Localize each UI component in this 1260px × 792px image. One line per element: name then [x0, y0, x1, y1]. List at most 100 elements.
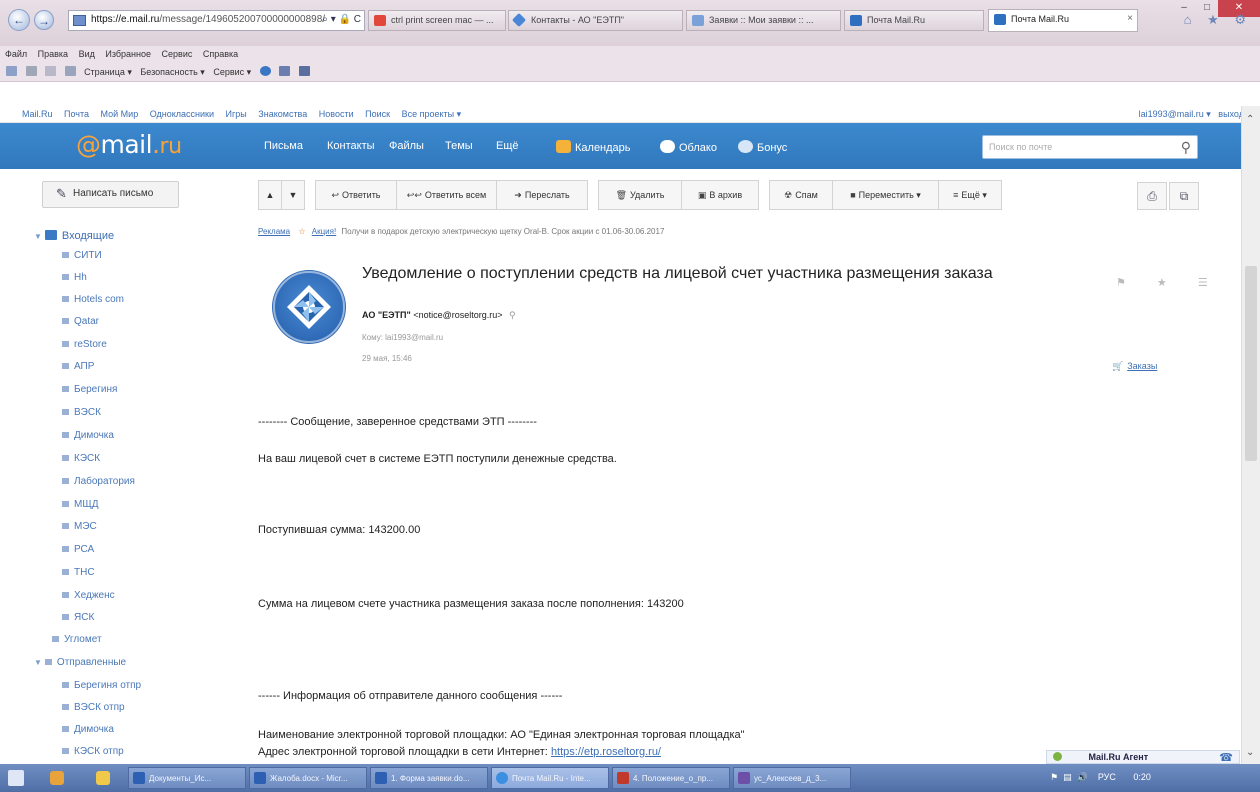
folder-item[interactable]: Димочка — [34, 724, 114, 735]
tab-contacts[interactable]: Контакты - АО "ЕЭТП" — [508, 10, 683, 31]
tray-network-icon[interactable]: ▤ — [1063, 772, 1072, 782]
menu-view[interactable]: Вид — [79, 49, 95, 59]
portal-link-all-projects[interactable]: Все проекты ▾ — [402, 109, 462, 119]
user-email-menu[interactable]: lai1993@mail.ru ▾ — [1139, 109, 1211, 119]
tab-search[interactable]: ctrl print screen mac — ... — [368, 10, 506, 31]
folder-item[interactable]: МЭС — [34, 521, 97, 532]
next-message-button[interactable]: ▼ — [281, 180, 305, 210]
page-menu[interactable]: Страница ▾ — [84, 67, 132, 77]
tray-volume-icon[interactable]: 🔊 — [1077, 772, 1088, 782]
scroll-up-icon[interactable]: ⌃ — [1246, 114, 1254, 125]
folder-item[interactable]: reStore — [34, 339, 107, 350]
nav-files[interactable]: Файлы — [389, 140, 424, 152]
prev-message-button[interactable]: ▲ — [258, 180, 282, 210]
tray-clock[interactable]: 0:20 — [1133, 772, 1151, 782]
reply-button[interactable]: ↩ Ответить — [315, 180, 397, 210]
folder-item[interactable]: ТНС — [34, 567, 95, 578]
tray-flag-icon[interactable]: ⚑ — [1050, 772, 1058, 782]
address-tools-icon[interactable]: ⌕ ▾ 🔒 C — [322, 14, 361, 25]
folder-item[interactable]: РСА — [34, 544, 94, 555]
explorer-pinned-icon[interactable] — [96, 771, 110, 785]
folder-inbox[interactable]: ▼ Входящие — [34, 230, 114, 242]
folder-item[interactable]: Хедженс — [34, 590, 115, 601]
collapse-icon[interactable]: ▼ — [34, 658, 42, 667]
folder-item[interactable]: АПР — [34, 361, 94, 372]
safety-menu[interactable]: Безопасность ▾ — [140, 67, 204, 77]
taskbar-item-documents[interactable]: Документы_Ис... — [128, 767, 246, 789]
menu-tools[interactable]: Сервис — [162, 49, 193, 59]
folder-item[interactable]: ВЭСК отпр — [34, 702, 125, 713]
help-icon[interactable] — [259, 66, 271, 76]
search-sender-icon[interactable]: ⚲ — [509, 310, 516, 320]
folder-item[interactable]: Hh — [34, 272, 87, 283]
home-icon[interactable] — [6, 66, 17, 76]
nav-themes[interactable]: Темы — [445, 140, 473, 152]
portal-link-mail[interactable]: Почта — [64, 109, 89, 119]
page-scrollbar[interactable]: ⌃ ⌄ — [1241, 106, 1260, 764]
portal-link-ok[interactable]: Одноклассники — [150, 109, 214, 119]
tray-language[interactable]: РУС — [1098, 772, 1116, 782]
folder-item[interactable]: КЭСК отпр — [34, 746, 124, 757]
portal-link-dating[interactable]: Знакомства — [258, 109, 307, 119]
folder-item[interactable]: МЩД — [34, 499, 98, 510]
research-icon[interactable] — [279, 66, 291, 76]
scroll-thumb[interactable] — [1245, 266, 1257, 461]
portal-link-mailru[interactable]: Mail.Ru — [22, 109, 53, 119]
taskbar-item-mail[interactable]: Почта Mail.Ru - Inte... — [491, 767, 609, 789]
collapse-icon[interactable]: ▼ — [34, 232, 42, 241]
back-button[interactable]: ← — [8, 9, 30, 31]
tools-menu[interactable]: Сервис ▾ — [213, 67, 251, 77]
reply-all-button[interactable]: ↩↩ Ответить всем — [396, 180, 497, 210]
orders-link[interactable]: 🛒 Заказы — [1112, 361, 1157, 372]
portal-link-search[interactable]: Поиск — [365, 109, 390, 119]
mailru-agent-bar[interactable]: Mail.Ru Агент ☎ — [1046, 750, 1240, 764]
mailru-logo[interactable]: @mail.ru — [76, 130, 182, 159]
ad-label[interactable]: Реклама — [258, 227, 290, 236]
delete-button[interactable]: 🗑 Удалить — [598, 180, 682, 210]
menu-edit[interactable]: Правка — [38, 49, 68, 59]
tab-orders[interactable]: Заявки :: Мои заявки :: ... — [686, 10, 841, 31]
print-icon[interactable] — [64, 66, 76, 76]
sender-name[interactable]: АО "ЕЭТП" — [362, 310, 411, 320]
folder-item[interactable]: ВЭСК — [34, 407, 101, 418]
taskbar-item-complaint[interactable]: Жалоба.docx - Micr... — [249, 767, 367, 789]
home-favorites-settings-icons[interactable]: ⌂ ★ ⚙ — [1184, 12, 1252, 28]
start-button[interactable] — [8, 770, 24, 786]
scroll-down-icon[interactable]: ⌄ — [1246, 747, 1254, 758]
ad-banner[interactable]: Реклама ☆ Акция! Получи в подарок детску… — [258, 227, 664, 236]
mail-read-icon[interactable] — [45, 66, 57, 76]
phone-icon[interactable]: ☎ — [1219, 751, 1233, 764]
menu-favorites[interactable]: Избранное — [105, 49, 151, 59]
forward-button[interactable]: → — [34, 10, 54, 30]
nav-calendar[interactable]: Календарь — [556, 140, 631, 154]
folder-item[interactable]: Димочка — [34, 430, 114, 441]
folder-item[interactable]: Лаборатория — [34, 476, 135, 487]
nav-cloud[interactable]: Облако — [660, 140, 717, 154]
taskbar-item-form[interactable]: 1. Форма заявки.do... — [370, 767, 488, 789]
folder-item[interactable]: ЯСК — [34, 612, 94, 623]
portal-link-myworld[interactable]: Мой Мир — [101, 109, 139, 119]
folder-item[interactable]: Берегиня — [34, 384, 117, 395]
forward-button[interactable]: ➜ Переслать — [496, 180, 588, 210]
tab-mail-1[interactable]: Почта Mail.Ru — [844, 10, 984, 31]
expand-view-icon[interactable]: ⧉ — [1169, 182, 1199, 210]
feeds-icon[interactable] — [25, 66, 37, 76]
mail-search-input[interactable]: Поиск по почте ⚲ — [982, 135, 1198, 159]
ie-pinned-icon[interactable] — [50, 771, 64, 785]
menu-help[interactable]: Справка — [203, 49, 238, 59]
portal-link-news[interactable]: Новости — [319, 109, 354, 119]
spam-button[interactable]: ☢ Спам — [769, 180, 833, 210]
menu-file[interactable]: Файл — [5, 49, 27, 59]
folder-item[interactable]: СИТИ — [34, 250, 102, 261]
folder-item[interactable]: Hotels com — [34, 294, 124, 305]
search-icon[interactable]: ⚲ — [1181, 139, 1191, 156]
archive-button[interactable]: ▣ В архив — [681, 180, 759, 210]
folder-item[interactable]: КЭСК — [34, 453, 100, 464]
flag-star-menu-icons[interactable]: ⚑ ★ ☰ — [1116, 276, 1222, 289]
nav-bonus[interactable]: Бонус — [738, 140, 787, 154]
taskbar-item-file[interactable]: ус_Алексеев_д_3... — [733, 767, 851, 789]
tab-mail-active[interactable]: Почта Mail.Ru × — [988, 9, 1138, 32]
taskbar-item-regulation[interactable]: 4. Положение_о_пр... — [612, 767, 730, 789]
compose-button[interactable]: ✎ Написать письмо — [42, 181, 179, 208]
nav-letters[interactable]: Письма — [264, 140, 303, 152]
